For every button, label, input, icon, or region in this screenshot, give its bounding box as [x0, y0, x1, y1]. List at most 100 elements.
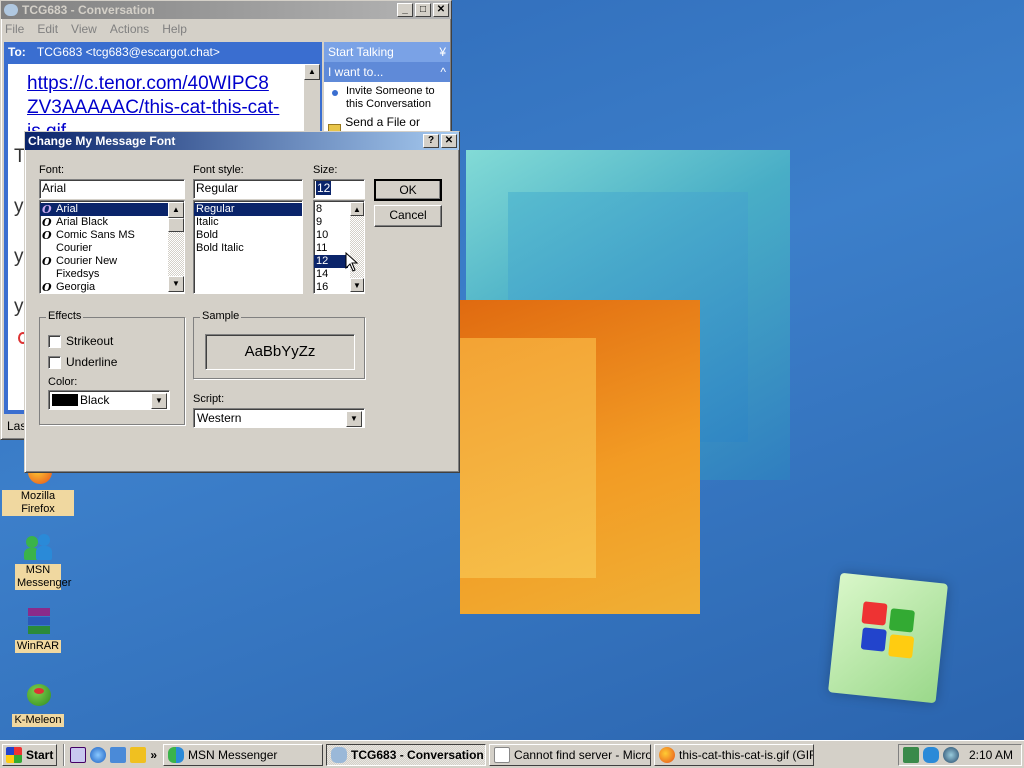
font-item-label: Arial Black	[56, 216, 108, 228]
font-list-item[interactable]: O Arial Black	[40, 216, 184, 229]
font-list-item[interactable]: O Courier New	[40, 255, 184, 268]
font-style-item[interactable]: Bold	[194, 229, 302, 242]
font-style-item[interactable]: Italic	[194, 216, 302, 229]
size-list[interactable]: 8 9 10 11 12 14 16 ▲ ▼	[313, 200, 365, 294]
script-select-value: Western	[197, 411, 242, 425]
task-ie[interactable]: Cannot find server - Micros...	[489, 743, 652, 766]
conversation-titlebar[interactable]: TCG683 - Conversation _ □ ✕	[1, 1, 451, 19]
to-label: To:	[8, 45, 26, 59]
ie-icon[interactable]	[90, 746, 107, 763]
font-name-input[interactable]: Arial	[39, 179, 185, 199]
invite-link[interactable]: Invite Someone to this Conversation	[324, 82, 450, 111]
font-list[interactable]: O Arial O Arial Black O Comic Sans MS Couri…	[39, 200, 185, 294]
msn-tray-icon[interactable]	[922, 746, 939, 763]
task-panel: Start Talking ¥ I want to... ^ Invite So…	[324, 42, 450, 143]
size-input-value: 12	[316, 181, 332, 195]
strikeout-label: Strikeout	[66, 334, 114, 348]
start-talking-label: Start Talking	[328, 45, 394, 59]
dropdown-arrow-icon[interactable]: ▼	[346, 411, 362, 427]
task-conversation[interactable]: TCG683 - Conversation	[326, 743, 487, 766]
task-msn-messenger[interactable]: MSN Messenger	[163, 743, 324, 766]
globe-icon[interactable]	[942, 746, 959, 763]
desktop-icon-label: Mozilla Firefox	[2, 490, 74, 516]
scroll-up-arrow-icon[interactable]: ▲	[350, 202, 364, 216]
font-item-label: Arial	[56, 203, 79, 215]
font-list-scrollbar[interactable]: ▲ ▼	[168, 202, 184, 292]
color-select[interactable]: Black ▼	[48, 390, 170, 410]
chevron-right-icon[interactable]: »	[150, 748, 157, 762]
underline-option[interactable]: Underline	[48, 355, 117, 370]
font-dialog: Change My Message Font ? ✕ Font: Arial O…	[24, 131, 460, 473]
desktop-icon-label: K-Meleon	[12, 714, 64, 727]
sample-label: Sample	[200, 310, 242, 322]
minimize-button[interactable]: _	[397, 3, 413, 17]
clock[interactable]: 2:10 AM	[969, 748, 1013, 762]
i-want-to-header[interactable]: I want to... ^	[324, 62, 450, 82]
scroll-up-arrow-icon[interactable]: ▲	[168, 202, 184, 218]
font-list-item[interactable]: Courier	[40, 242, 184, 255]
menu-help[interactable]: Help	[162, 22, 187, 36]
underline-checkbox[interactable]	[48, 356, 61, 370]
firefox-icon	[659, 746, 676, 763]
menu-file[interactable]: File	[5, 22, 24, 36]
outlook-express-icon[interactable]	[110, 746, 127, 763]
font-style-item[interactable]: Regular	[194, 203, 302, 216]
msn-messenger-icon	[168, 746, 185, 763]
media-player-icon[interactable]	[130, 746, 147, 763]
font-list-item[interactable]: O Arial	[40, 203, 184, 216]
font-style-item[interactable]: Bold Italic	[194, 242, 302, 255]
font-item-label: Comic Sans MS	[56, 229, 135, 241]
taskbar: Start » MSN Messenger TCG683 - Conversat…	[0, 740, 1024, 768]
desktop-icon-msn-messenger[interactable]: MSN Messenger	[2, 530, 74, 590]
dropdown-arrow-icon[interactable]: ▼	[151, 393, 167, 409]
close-button[interactable]: ✕	[433, 3, 449, 17]
scroll-up-arrow-icon[interactable]: ▲	[304, 64, 320, 80]
desktop-icon-k-meleon[interactable]: K-Meleon	[2, 680, 74, 727]
start-talking-header[interactable]: Start Talking ¥	[324, 42, 450, 62]
start-label: Start	[26, 747, 54, 762]
truetype-icon: O	[42, 255, 52, 268]
desktop-icon-winrar[interactable]: WinRAR	[2, 606, 74, 653]
conversation-icon	[331, 746, 348, 763]
system-tray: 2:10 AM	[897, 743, 1022, 766]
scroll-down-arrow-icon[interactable]: ▼	[168, 276, 184, 292]
truetype-icon: O	[42, 216, 52, 229]
help-button[interactable]: ?	[423, 134, 439, 148]
show-desktop-icon[interactable]	[70, 746, 87, 763]
menu-edit[interactable]: Edit	[37, 22, 58, 36]
font-style-list[interactable]: Regular Italic Bold Bold Italic	[193, 200, 303, 294]
size-label: Size:	[313, 164, 338, 176]
chevron-up-icon[interactable]: ^	[440, 62, 446, 82]
chevron-down-icon[interactable]: ¥	[439, 42, 446, 62]
to-contact[interactable]: TCG683 <tcg683@escargot.chat>	[37, 45, 220, 59]
font-list-item[interactable]: Fixedsys	[40, 268, 184, 281]
cancel-button[interactable]: Cancel	[374, 205, 442, 227]
font-list-item[interactable]: O Georgia	[40, 281, 184, 293]
font-style-input[interactable]: Regular	[193, 179, 303, 199]
menu-actions[interactable]: Actions	[110, 22, 149, 36]
script-label: Script:	[193, 393, 225, 405]
start-button[interactable]: Start	[2, 743, 58, 766]
network-icon[interactable]	[902, 746, 919, 763]
font-list-item[interactable]: O Comic Sans MS	[40, 229, 184, 242]
color-swatch	[52, 394, 78, 406]
scroll-thumb[interactable]	[168, 218, 184, 232]
partial-text: y	[14, 246, 24, 267]
size-item[interactable]: 12	[314, 255, 348, 268]
size-input[interactable]: 12	[313, 179, 365, 199]
truetype-icon: O	[42, 229, 52, 242]
font-dialog-title: Change My Message Font	[28, 134, 176, 148]
close-button[interactable]: ✕	[441, 134, 457, 148]
strikeout-option[interactable]: Strikeout	[48, 334, 114, 349]
script-select[interactable]: Western ▼	[193, 408, 365, 428]
task-firefox[interactable]: this-cat-this-cat-is.gif (GIF I...	[654, 743, 815, 766]
scroll-down-arrow-icon[interactable]: ▼	[350, 278, 364, 292]
partial-text: y	[14, 196, 24, 217]
strikeout-checkbox[interactable]	[48, 335, 61, 349]
ok-button[interactable]: OK	[374, 179, 442, 201]
menu-view[interactable]: View	[71, 22, 97, 36]
maximize-button[interactable]: □	[415, 3, 431, 17]
size-list-scrollbar[interactable]: ▲ ▼	[350, 202, 364, 292]
conversation-title: TCG683 - Conversation	[22, 3, 155, 17]
font-dialog-titlebar[interactable]: Change My Message Font ? ✕	[25, 132, 459, 150]
